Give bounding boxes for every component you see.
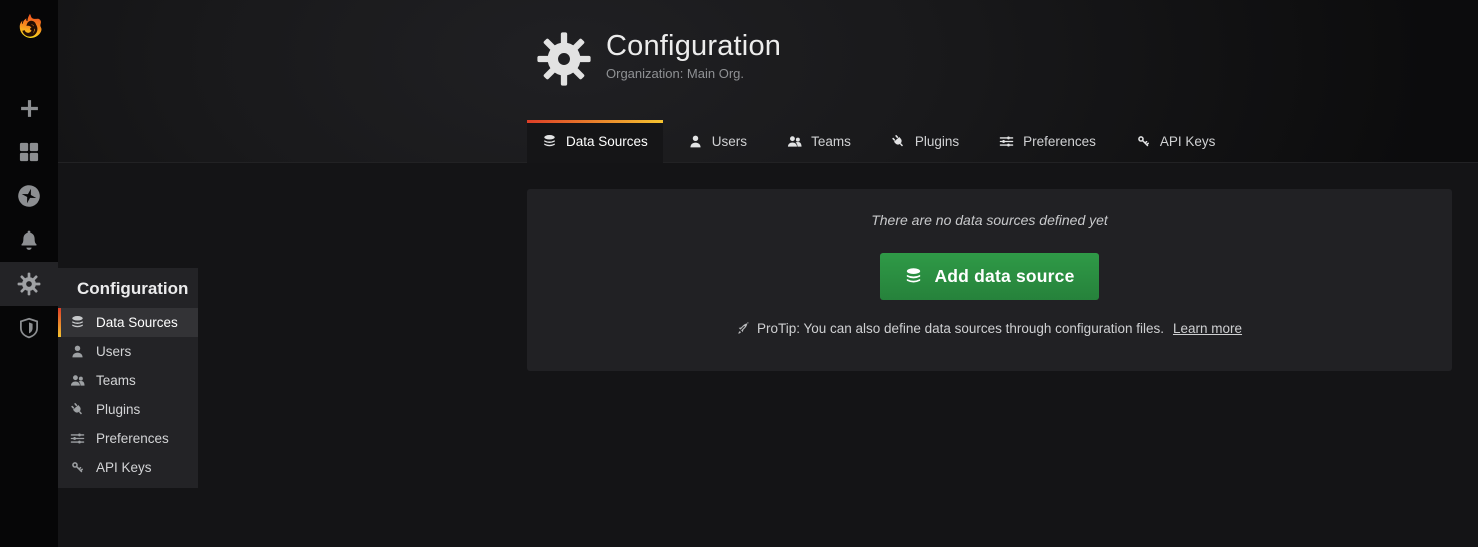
database-icon [904,267,923,286]
sidebar-item-create[interactable] [0,86,58,130]
flyout-item-users[interactable]: Users [58,337,198,366]
flyout-item-label: API Keys [96,460,152,475]
grafana-logo[interactable] [0,0,58,58]
configuration-gear-icon [536,30,592,88]
sidebar-item-server-admin[interactable] [0,306,58,350]
tab-label: Teams [811,134,851,149]
configuration-flyout-menu: Configuration Data Sources Users Teams P [58,268,198,488]
learn-more-link[interactable]: Learn more [1173,321,1242,336]
sidebar-item-configuration[interactable] [0,262,58,306]
sidebar-item-dashboards[interactable] [0,130,58,174]
grafana-logo-icon [12,12,46,46]
key-icon [1136,134,1151,149]
empty-state-message: There are no data sources defined yet [871,212,1108,228]
tab-label: Data Sources [566,134,648,149]
main-content: There are no data sources defined yet Ad… [58,163,1478,547]
bell-icon [18,229,40,251]
sliders-icon [999,134,1014,149]
tab-teams[interactable]: Teams [772,120,866,163]
tab-api-keys[interactable]: API Keys [1121,120,1231,163]
flyout-item-label: Plugins [96,402,140,417]
tab-label: API Keys [1160,134,1216,149]
flyout-item-teams[interactable]: Teams [58,366,198,395]
database-icon [542,134,557,149]
side-nav [0,86,58,350]
tab-preferences[interactable]: Preferences [984,120,1111,163]
tab-label: Plugins [915,134,959,149]
flyout-title: Configuration [58,268,198,308]
plus-icon [19,98,40,119]
gear-icon [17,272,41,296]
sidebar-item-alerting[interactable] [0,218,58,262]
protip-text: ProTip: You can also define data sources… [757,321,1164,336]
database-icon [70,315,85,330]
explore-compass-icon [17,184,41,208]
tab-users[interactable]: Users [673,120,762,163]
page-subtitle: Organization: Main Org. [606,66,781,81]
protip: ProTip: You can also define data sources… [737,321,1242,336]
shield-icon [18,317,40,339]
users-icon [70,373,85,388]
user-icon [70,344,85,359]
flyout-item-label: Data Sources [96,315,178,330]
page-title-block: Configuration Organization: Main Org. [606,30,781,88]
flyout-item-label: Teams [96,373,136,388]
tab-label: Preferences [1023,134,1096,149]
tab-plugins[interactable]: Plugins [876,120,974,163]
page-header-content: Configuration Organization: Main Org. [536,30,781,88]
add-data-source-label: Add data source [934,266,1074,287]
page-header: Configuration Organization: Main Org. Da… [58,0,1478,163]
empty-datasources-panel: There are no data sources defined yet Ad… [527,189,1452,371]
plug-icon [70,402,85,417]
flyout-item-api-keys[interactable]: API Keys [58,453,198,482]
flyout-item-label: Users [96,344,131,359]
flyout-item-label: Preferences [96,431,169,446]
tab-bar: Data Sources Users Teams Plugins [527,120,1240,163]
page-title: Configuration [606,30,781,63]
key-icon [70,460,85,475]
sidebar-item-explore[interactable] [0,174,58,218]
flyout-item-data-sources[interactable]: Data Sources [58,308,198,337]
tab-label: Users [712,134,747,149]
users-icon [787,134,802,149]
add-data-source-button[interactable]: Add data source [880,253,1098,300]
flyout-item-preferences[interactable]: Preferences [58,424,198,453]
sliders-icon [70,431,85,446]
dashboards-icon [18,141,40,163]
flyout-item-plugins[interactable]: Plugins [58,395,198,424]
tab-data-sources[interactable]: Data Sources [527,120,663,163]
user-icon [688,134,703,149]
side-menu [0,0,58,547]
rocket-icon [737,322,750,335]
plug-icon [891,134,906,149]
